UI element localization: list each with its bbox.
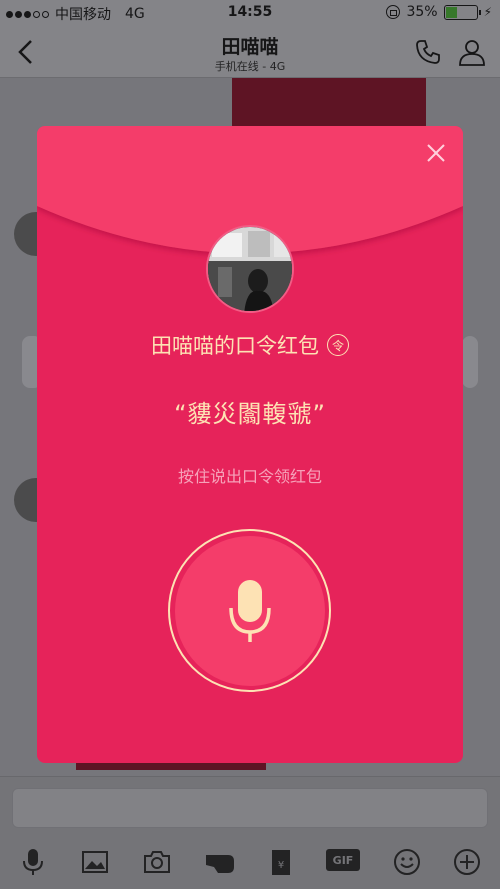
- microphone-icon: [228, 579, 271, 642]
- packet-password: “貗災闟輹虢”: [174, 400, 326, 428]
- hold-to-speak-hint: 按住说出口令领红包: [177, 467, 322, 486]
- password-badge-icon: 令: [327, 334, 349, 356]
- mic-button-inner: [174, 535, 325, 686]
- close-icon[interactable]: [425, 142, 447, 164]
- red-packet-modal: 田喵喵的口令红包 令 “貗災闟輹虢” 按住说出口令领红包: [37, 126, 463, 763]
- packet-title-row: 田喵喵的口令红包 令: [37, 330, 463, 360]
- hold-to-speak-button[interactable]: [168, 529, 331, 692]
- sender-avatar: [206, 225, 294, 313]
- packet-title: 田喵喵的口令红包: [151, 334, 319, 358]
